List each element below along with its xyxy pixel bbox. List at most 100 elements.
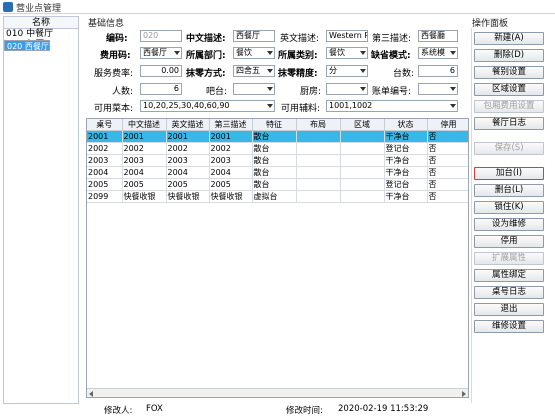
category-select[interactable]: 餐饮 — [326, 47, 368, 59]
dept-select[interactable]: 餐饮 — [233, 47, 275, 59]
col-header[interactable]: 特征 — [252, 119, 297, 131]
scroll-left-icon[interactable] — [89, 391, 93, 397]
default-mode-select[interactable]: 系统模 — [418, 47, 458, 59]
chevron-down-icon — [450, 87, 456, 91]
table-row[interactable]: 2005 2005 2005 2005 散台 登记台否 — [87, 178, 468, 191]
table-row[interactable]: 2001 2001 2001 2001 散台 干净台否 — [87, 130, 468, 143]
persons-label: 人数: — [112, 87, 134, 97]
rounding-precision-label: 抹零精度: — [278, 69, 318, 79]
status-bar: 修改人: FOX 修改时间: 2020-02-19 11:53:29 — [86, 404, 469, 416]
third-desc-label: 第三描述: — [372, 34, 412, 44]
outlet-list-item-selected[interactable]: 020 西餐厅 — [4, 40, 50, 51]
rounding-precision-select[interactable]: 分 — [326, 65, 368, 77]
bar-select[interactable] — [233, 83, 275, 95]
extended-attributes-button[interactable]: 扩展属性 — [474, 252, 544, 265]
chevron-down-icon — [450, 51, 456, 55]
modify-time-value: 2020-02-19 11:53:29 — [338, 404, 429, 414]
delete-button[interactable]: 删除(D) — [474, 49, 544, 62]
set-repair-button[interactable]: 设为维修 — [474, 218, 544, 231]
chevron-down-icon — [360, 87, 366, 91]
save-button[interactable]: 保存(S) — [474, 142, 544, 155]
modifier-label: 修改人: — [104, 406, 133, 416]
fee-code-select[interactable]: 西餐厅 — [140, 47, 182, 59]
outlet-list-header: 名称 — [4, 17, 78, 29]
meal-setting-button[interactable]: 餐别设置 — [474, 66, 544, 79]
rounding-mode-select[interactable]: 四舍五 — [233, 65, 275, 77]
chevron-down-icon — [267, 51, 273, 55]
default-mode-label: 缺省模式: — [371, 51, 411, 61]
restaurant-log-button[interactable]: 餐厅日志 — [474, 117, 544, 130]
horizontal-scrollbar[interactable] — [87, 388, 468, 397]
chevron-down-icon — [174, 51, 180, 55]
modify-time-label: 修改时间: — [286, 406, 323, 416]
operation-panel-title: 操作面板 — [472, 19, 509, 29]
service-rate-label: 服务费率: — [94, 69, 134, 79]
basic-info-title: 基础信息 — [88, 19, 125, 29]
col-header[interactable]: 桌号 — [87, 119, 123, 131]
new-button[interactable]: 新建(A) — [474, 32, 544, 45]
third-desc-field[interactable]: 西餐廳 — [418, 30, 458, 42]
cn-desc-field[interactable]: 西餐厅 — [233, 30, 275, 42]
attribute-binding-button[interactable]: 属性绑定 — [474, 269, 544, 282]
modifier-value: FOX — [146, 404, 163, 414]
category-label: 所属类别: — [278, 51, 318, 61]
col-header[interactable]: 第三描述 — [209, 119, 253, 131]
window-title: 营业点管理 — [16, 4, 62, 14]
outlet-list: 名称 010 中餐厅 020 西餐厅 030 包厢 — [3, 16, 79, 404]
table-grid[interactable]: 桌号 中文描述 英文描述 第三描述 特征 布局 区域 状态 停用 2001 200… — [86, 118, 469, 398]
aux-select[interactable]: 1001,1002 — [326, 100, 458, 112]
code-label: 编码: — [106, 34, 128, 44]
remove-table-button[interactable]: 删台(L) — [474, 184, 544, 197]
fee-code-label: 费用码: — [100, 51, 131, 61]
chevron-down-icon — [360, 69, 366, 73]
room-fee-setting-button[interactable]: 包厢费用设置 — [474, 100, 544, 113]
rounding-mode-label: 抹零方式: — [186, 69, 226, 79]
chevron-down-icon — [360, 51, 366, 55]
persons-field[interactable]: 6 — [140, 83, 182, 95]
table-row[interactable]: 2004 2004 2004 2004 散台 干净台否 — [87, 166, 468, 179]
service-rate-field[interactable]: 0.00 — [140, 65, 182, 77]
bar-label: 吧台: — [206, 87, 228, 97]
aux-label: 可用辅料: — [281, 104, 321, 114]
cn-desc-label: 中文描述: — [186, 34, 226, 44]
grid-header-row: 桌号 中文描述 英文描述 第三描述 特征 布局 区域 状态 停用 — [87, 119, 468, 131]
bill-no-select[interactable] — [418, 83, 458, 95]
outlet-list-item[interactable]: 010 中餐厅 — [4, 29, 78, 40]
chevron-down-icon — [267, 104, 273, 108]
code-field[interactable]: 020 — [140, 30, 182, 42]
area-setting-button[interactable]: 区域设置 — [474, 83, 544, 96]
kitchen-label: 厨房: — [300, 87, 322, 97]
scroll-right-icon[interactable] — [462, 391, 466, 397]
panel-divider — [471, 28, 472, 403]
chevron-down-icon — [267, 69, 273, 73]
exit-button[interactable]: 退出 — [474, 303, 544, 316]
col-header[interactable]: 英文描述 — [166, 119, 210, 131]
chevron-down-icon — [267, 87, 273, 91]
app-logo-icon — [3, 2, 13, 12]
tables-field[interactable]: 6 — [418, 65, 458, 77]
en-desc-label: 英文描述: — [280, 34, 320, 44]
menu-label: 可用菜本: — [94, 104, 134, 114]
col-header[interactable]: 状态 — [384, 119, 428, 131]
dept-label: 所属部门: — [186, 51, 226, 61]
chevron-down-icon — [450, 104, 456, 108]
table-log-button[interactable]: 桌号日志 — [474, 286, 544, 299]
tables-label: 台数: — [393, 69, 415, 79]
lock-button[interactable]: 锁住(K) — [474, 201, 544, 214]
col-header[interactable]: 区域 — [340, 119, 385, 131]
col-header[interactable]: 停用 — [427, 119, 468, 131]
col-header[interactable]: 布局 — [296, 119, 341, 131]
main-frame: 名称 010 中餐厅 020 西餐厅 030 包厢 基础信息 编码: 020 中… — [0, 14, 555, 416]
repair-setting-button[interactable]: 维修设置 — [474, 320, 544, 333]
col-header[interactable]: 中文描述 — [122, 119, 167, 131]
table-row[interactable]: 2003 2003 2003 2003 散台 干净台否 — [87, 154, 468, 167]
table-row[interactable]: 2099 快餐收银 快餐收银 快餐收银 虚拟台 干净台否 — [87, 190, 468, 203]
disable-button[interactable]: 停用 — [474, 235, 544, 248]
table-row[interactable]: 2002 2002 2002 2002 散台 登记台否 — [87, 142, 468, 155]
title-bar: 营业点管理 — [0, 0, 555, 14]
en-desc-field[interactable]: Western R — [326, 30, 368, 42]
bill-no-label: 账单编号: — [372, 87, 412, 97]
add-table-button[interactable]: 加台(I) — [474, 167, 544, 180]
kitchen-select[interactable] — [326, 83, 368, 95]
menu-select[interactable]: 10,20,25,30,40,60,90 — [140, 100, 275, 112]
